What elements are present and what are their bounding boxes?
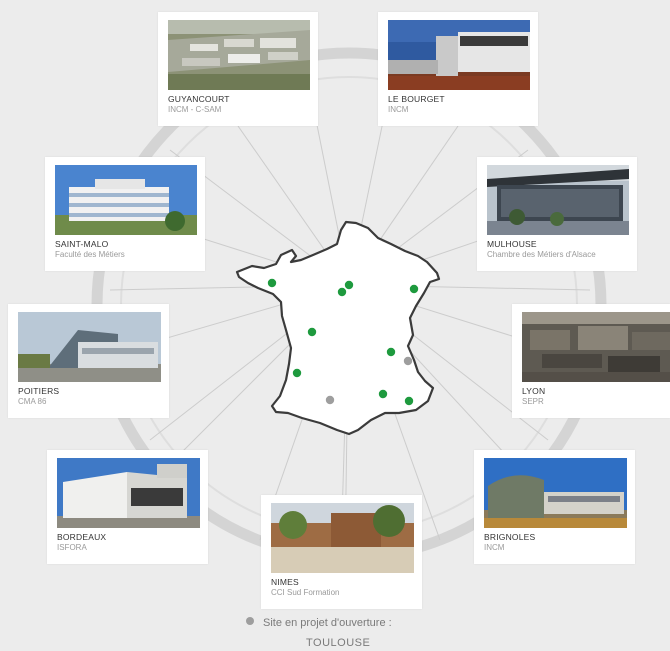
legend-planned-site: Site en projet d'ouverture : <box>246 617 392 629</box>
site-org-saint-malo: Faculté des Métiers <box>55 250 125 259</box>
site-org-guyancourt: INCM - C-SAM <box>168 105 222 114</box>
site-card-bordeaux[interactable]: BORDEAUX ISFORA <box>47 450 208 564</box>
site-city-mulhouse: MULHOUSE <box>487 239 537 249</box>
site-city-saint-malo: SAINT-MALO <box>55 239 109 249</box>
active-site-marker <box>409 284 419 294</box>
site-photo-poitiers <box>18 312 161 382</box>
active-site-marker <box>292 368 302 378</box>
site-card-lyon[interactable]: LYON SEPR <box>512 304 670 418</box>
site-city-lyon: LYON <box>522 386 546 396</box>
site-city-bordeaux: BORDEAUX <box>57 532 107 542</box>
site-card-mulhouse[interactable]: MULHOUSE Chambre des Métiers d'Alsace <box>477 157 637 271</box>
active-site-marker <box>378 389 388 399</box>
site-photo-guyancourt <box>168 20 310 90</box>
site-city-brignoles: BRIGNOLES <box>484 532 536 542</box>
active-site-marker <box>307 327 317 337</box>
site-card-poitiers[interactable]: POITIERS CMA 86 <box>8 304 169 418</box>
site-org-poitiers: CMA 86 <box>18 397 47 406</box>
site-org-brignoles: INCM <box>484 543 505 552</box>
legend-label: Site en projet d'ouverture : <box>263 617 392 629</box>
active-site-marker <box>267 278 277 288</box>
site-city-le-bourget: LE BOURGET <box>388 94 445 104</box>
site-card-nimes[interactable]: NIMES CCI Sud Formation <box>261 495 422 609</box>
site-card-brignoles[interactable]: BRIGNOLES INCM <box>474 450 635 564</box>
training-sites-diagram: GUYANCOURT INCM - C-SAM LE BOURGET INCM <box>0 0 670 651</box>
site-org-le-bourget: INCM <box>388 105 409 114</box>
planned-site-dot-icon <box>246 617 254 625</box>
planned-site-marker <box>325 395 335 405</box>
site-card-saint-malo[interactable]: SAINT-MALO Faculté des Métiers <box>45 157 205 271</box>
active-site-marker <box>404 396 414 406</box>
site-org-lyon: SEPR <box>522 397 544 406</box>
site-photo-brignoles <box>484 458 627 528</box>
site-photo-mulhouse <box>487 165 629 235</box>
site-photo-lyon <box>522 312 670 382</box>
site-city-poitiers: POITIERS <box>18 386 60 396</box>
planned-site-marker <box>403 356 413 366</box>
legend-city: TOULOUSE <box>306 637 371 649</box>
site-card-le-bourget[interactable]: LE BOURGET INCM <box>378 12 538 126</box>
active-site-marker <box>344 280 354 290</box>
site-org-nimes: CCI Sud Formation <box>271 588 340 597</box>
active-site-marker <box>386 347 396 357</box>
site-card-guyancourt[interactable]: GUYANCOURT INCM - C-SAM <box>158 12 318 126</box>
site-photo-le-bourget <box>388 20 530 90</box>
site-photo-nimes <box>271 503 414 573</box>
active-site-marker <box>337 287 347 297</box>
site-photo-bordeaux <box>57 458 200 528</box>
site-city-guyancourt: GUYANCOURT <box>168 94 230 104</box>
site-city-nimes: NIMES <box>271 577 299 587</box>
site-org-bordeaux: ISFORA <box>57 543 87 552</box>
site-photo-saint-malo <box>55 165 197 235</box>
site-org-mulhouse: Chambre des Métiers d'Alsace <box>487 250 596 259</box>
